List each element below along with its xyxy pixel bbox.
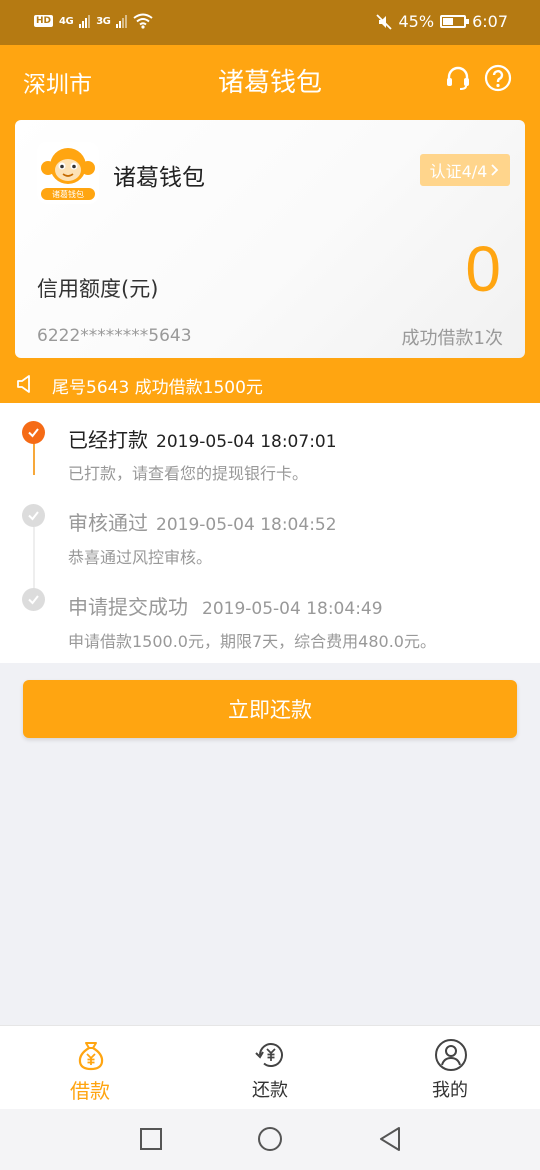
tab-mine[interactable]: 我的 bbox=[390, 1026, 510, 1110]
wifi-icon bbox=[133, 13, 153, 29]
tab-borrow[interactable]: 借款 bbox=[30, 1026, 150, 1110]
cert-badge-label: 认证4/4 bbox=[429, 162, 488, 181]
credit-limit-value: 0 bbox=[465, 233, 501, 305]
logo-text: 诸葛钱包 bbox=[52, 190, 84, 199]
bottom-tab-bar: 借款 还款 我的 bbox=[0, 1025, 540, 1109]
step-title: 已经打款 bbox=[68, 428, 148, 452]
battery-icon bbox=[440, 15, 470, 28]
system-nav-bar bbox=[0, 1109, 540, 1170]
step-time: 2019-05-04 18:07:01 bbox=[156, 432, 337, 452]
headset-icon[interactable] bbox=[444, 64, 472, 92]
notice-text: 尾号5643 成功借款1500元 bbox=[52, 378, 263, 398]
success-count: 成功借款1次 bbox=[401, 328, 503, 349]
step-time: 2019-05-04 18:04:52 bbox=[156, 515, 337, 535]
network-3g-label: 3G bbox=[96, 15, 111, 27]
status-bar: HD 4G 3G 45% 6:07 bbox=[0, 0, 540, 45]
user-icon bbox=[435, 1039, 467, 1071]
tab-borrow-label: 借款 bbox=[70, 1079, 110, 1103]
clock: 6:07 bbox=[472, 12, 508, 31]
signal-icon bbox=[79, 14, 91, 28]
signal-icon bbox=[116, 14, 128, 28]
credit-card[interactable]: 诸葛钱包 诸葛钱包 认证4/4 信用额度(元) 0 6222********56… bbox=[15, 120, 525, 358]
mute-icon bbox=[375, 13, 392, 30]
bank-card-number: 6222********5643 bbox=[37, 326, 192, 346]
home-icon[interactable] bbox=[257, 1126, 283, 1152]
cert-badge[interactable]: 认证4/4 bbox=[420, 154, 510, 186]
tab-repay[interactable]: 还款 bbox=[210, 1026, 330, 1110]
timeline-step-title: 审核通过 2019-05-04 18:04:52 bbox=[68, 507, 337, 536]
app-logo: 诸葛钱包 bbox=[37, 142, 99, 204]
tab-repay-label: 还款 bbox=[252, 1080, 288, 1101]
battery-percent: 45% bbox=[398, 12, 435, 31]
step-time: 2019-05-04 18:04:49 bbox=[202, 599, 383, 619]
notice-bar: 尾号5643 成功借款1500元 bbox=[0, 366, 540, 403]
timeline-step-title: 申请提交成功 2019-05-04 18:04:49 bbox=[68, 591, 383, 620]
tab-mine-label: 我的 bbox=[432, 1080, 468, 1101]
hd-badge: HD bbox=[34, 15, 54, 27]
timeline-step-desc: 已打款，请查看您的提现银行卡。 bbox=[68, 464, 309, 483]
check-icon bbox=[22, 421, 45, 444]
timeline-step-title: 已经打款 2019-05-04 18:07:01 bbox=[68, 424, 337, 453]
help-icon[interactable] bbox=[484, 64, 512, 92]
check-icon bbox=[22, 504, 45, 527]
timeline-step-desc: 申请借款1500.0元，期限7天，综合费用480.0元。 bbox=[68, 632, 436, 651]
money-bag-icon bbox=[78, 1042, 104, 1071]
loan-timeline: 已经打款 2019-05-04 18:07:01 已打款，请查看您的提现银行卡。 … bbox=[0, 403, 540, 663]
app-header: 深圳市 诸葛钱包 诸葛钱包 诸葛钱包 认证4/4 信用额度(元) 0 6222*… bbox=[0, 45, 540, 403]
step-title: 申请提交成功 bbox=[68, 595, 188, 619]
status-right: 45% 6:07 bbox=[375, 12, 508, 31]
repay-now-button[interactable]: 立即还款 bbox=[23, 680, 517, 738]
timeline-step-desc: 恭喜通过风控审核。 bbox=[68, 548, 213, 567]
credit-limit-label: 信用额度(元) bbox=[37, 277, 159, 301]
card-name: 诸葛钱包 bbox=[113, 165, 205, 191]
chevron-right-icon bbox=[491, 164, 499, 176]
step-title: 审核通过 bbox=[68, 511, 148, 535]
repay-icon bbox=[255, 1043, 283, 1067]
recent-apps-icon[interactable] bbox=[138, 1126, 164, 1152]
status-left: HD 4G 3G bbox=[34, 13, 153, 29]
check-icon bbox=[22, 588, 45, 611]
speaker-icon bbox=[17, 375, 30, 393]
back-icon[interactable] bbox=[377, 1126, 403, 1152]
network-4g-label: 4G bbox=[59, 15, 74, 27]
